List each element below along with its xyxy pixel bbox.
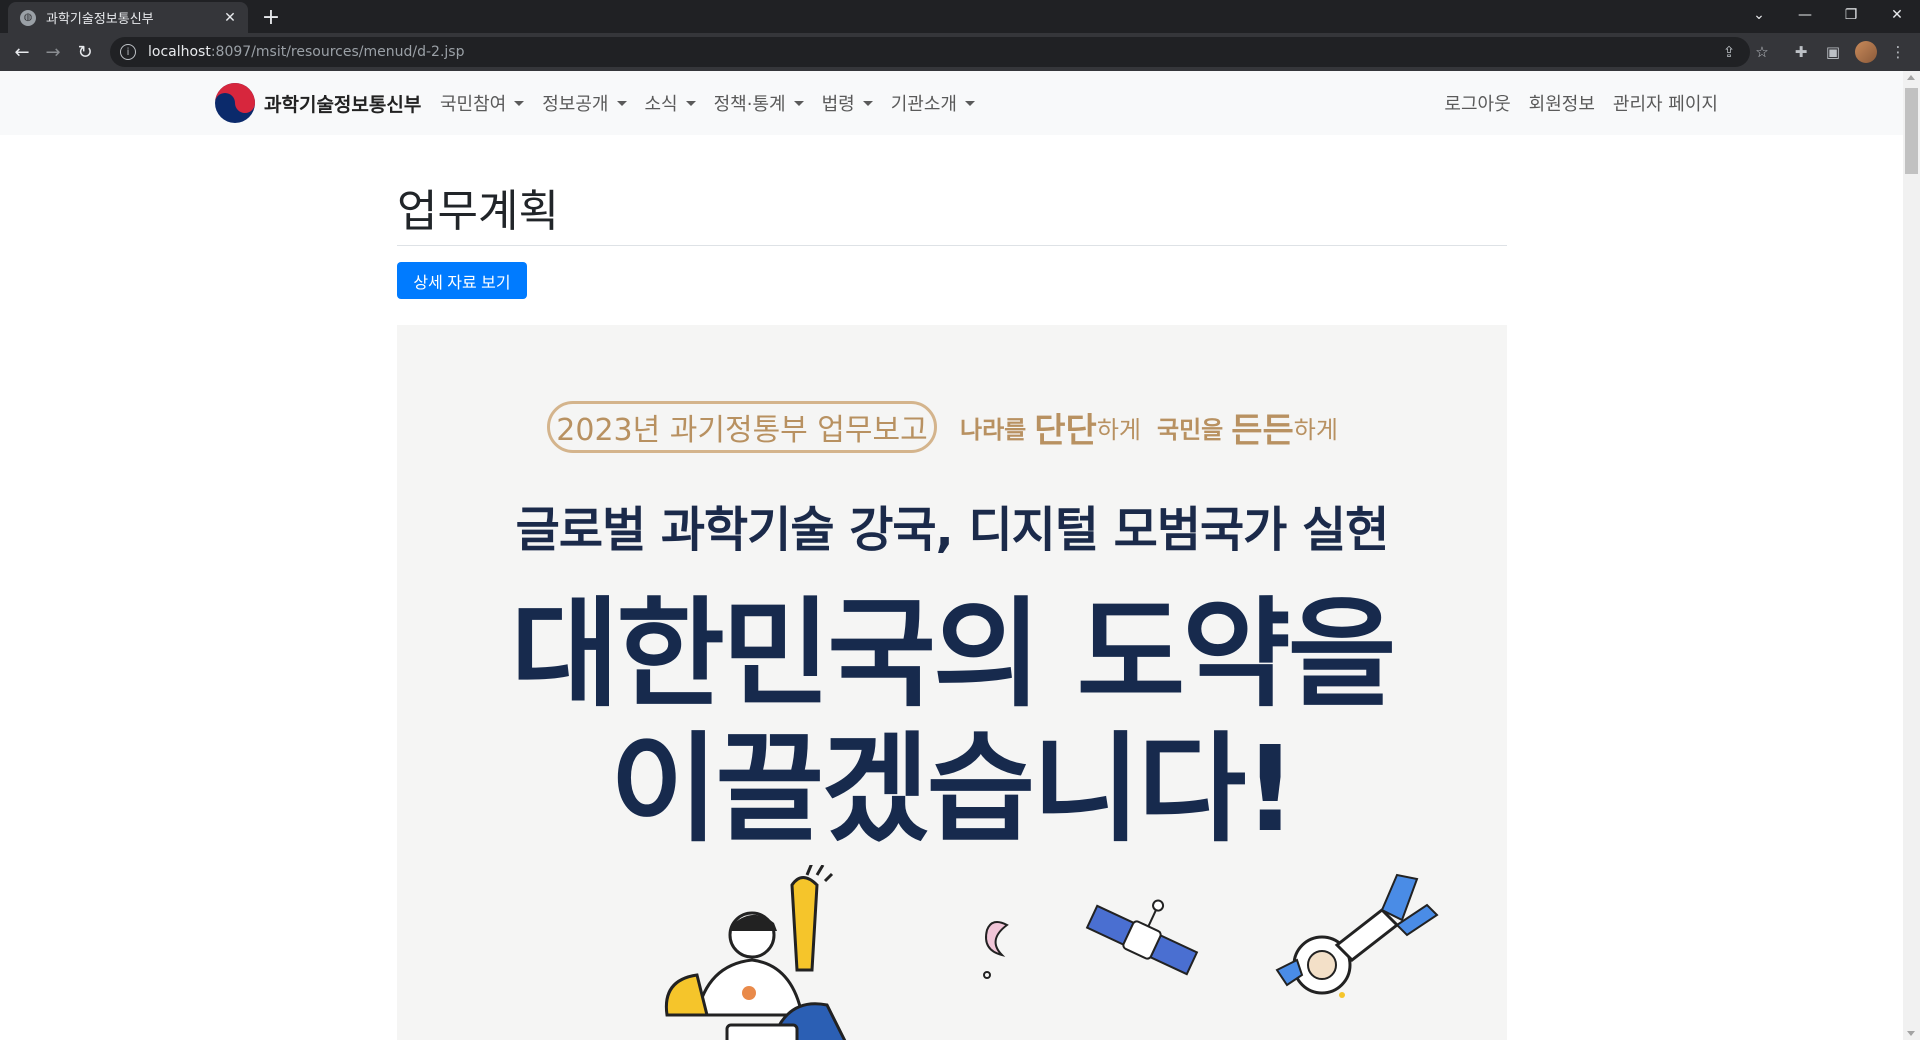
slogan-part: 하게 bbox=[1096, 415, 1141, 444]
profile-avatar[interactable] bbox=[1855, 41, 1877, 63]
slogan-emphasis: 든든 bbox=[1231, 410, 1294, 451]
browser-tab-bar: ◍ 과학기술정보통신부 ✕ + ⌄ — ❐ ✕ bbox=[0, 0, 1920, 33]
browser-toolbar: ← → ↻ i localhost:8097/msit/resources/me… bbox=[0, 33, 1920, 71]
menu-label: 정책·통계 bbox=[713, 94, 786, 115]
title-divider bbox=[397, 245, 1507, 246]
brand-name: 과학기술정보통신부 bbox=[264, 93, 422, 116]
page-scrollbar[interactable] bbox=[1903, 71, 1920, 1040]
admin-page-link[interactable]: 관리자 페이지 bbox=[1613, 90, 1718, 116]
menu-label: 정보공개 bbox=[542, 94, 609, 115]
new-tab-button[interactable]: + bbox=[258, 4, 284, 30]
address-bar[interactable]: i localhost:8097/msit/resources/menud/d-… bbox=[110, 37, 1750, 67]
menu-label: 법령 bbox=[821, 94, 855, 115]
bookmark-star-icon[interactable]: ☆ bbox=[1751, 41, 1773, 63]
scrollbar-thumb[interactable] bbox=[1905, 88, 1918, 174]
menu-label: 기관소개 bbox=[890, 94, 957, 115]
main-menu: 국민참여 정보공개 소식 정책·통계 법령 기관소개 bbox=[440, 71, 993, 135]
menu-item-about[interactable]: 기관소개 bbox=[891, 90, 975, 116]
poster-main-title-line2: 이끌겠습니다! bbox=[609, 720, 1297, 858]
reload-icon[interactable]: ↻ bbox=[71, 39, 99, 65]
caret-down-icon bbox=[793, 100, 804, 106]
caret-down-icon bbox=[862, 100, 873, 106]
slogan-part: 하게 bbox=[1293, 415, 1338, 444]
side-panel-icon[interactable]: ▣ bbox=[1822, 41, 1844, 63]
work-plan-poster-image: 2023년 과기정통부 업무보고 나라를 단단 하게 국민을 든든 하게 글로벌… bbox=[397, 325, 1507, 1040]
url-path: :8097/msit/resources/menud/d-2.jsp bbox=[210, 44, 465, 60]
menu-item-participation[interactable]: 국민참여 bbox=[440, 90, 525, 116]
globe-icon: ◍ bbox=[20, 9, 36, 26]
poster-illustration bbox=[664, 865, 1439, 1040]
url-host: localhost bbox=[148, 44, 211, 60]
menu-dots-icon[interactable]: ⋮ bbox=[1887, 41, 1909, 63]
menu-label: 소식 bbox=[644, 94, 678, 115]
person-illustration bbox=[664, 865, 847, 1040]
close-tab-icon[interactable]: ✕ bbox=[222, 10, 238, 26]
page-title: 업무계획 bbox=[397, 186, 559, 237]
menu-item-disclosure[interactable]: 정보공개 bbox=[542, 90, 627, 116]
menu-item-law[interactable]: 법령 bbox=[822, 90, 873, 116]
slogan-emphasis: 단단 bbox=[1034, 410, 1097, 451]
close-window-button[interactable]: ✕ bbox=[1874, 0, 1920, 30]
scroll-down-arrow-icon[interactable] bbox=[1907, 1031, 1915, 1036]
share-icon[interactable]: ⇪ bbox=[1718, 41, 1740, 63]
caret-down-icon bbox=[964, 100, 975, 106]
view-details-button[interactable]: 상세 자료 보기 bbox=[397, 262, 527, 299]
satellite-illustration bbox=[1085, 899, 1199, 976]
menu-item-policy-stats[interactable]: 정책·통계 bbox=[714, 90, 804, 116]
member-info-link[interactable]: 회원정보 bbox=[1529, 90, 1595, 116]
logout-link[interactable]: 로그아웃 bbox=[1444, 90, 1510, 116]
poster-year-pill: 2023년 과기정통부 업무보고 bbox=[547, 401, 937, 453]
site-navbar: 과학기술정보통신부 국민참여 정보공개 소식 정책·통계 법령 기관소개 로그아… bbox=[0, 71, 1903, 135]
poster-main-title-line1: 대한민국의 도약을 bbox=[510, 585, 1397, 723]
slogan-part: 나라를 bbox=[960, 415, 1027, 444]
caret-down-icon bbox=[685, 100, 696, 106]
caret-down-icon bbox=[616, 100, 627, 106]
slogan-part: 국민을 bbox=[1156, 415, 1224, 444]
poster-slogan: 나라를 단단 하게 국민을 든든 하게 bbox=[960, 401, 1338, 453]
scroll-up-arrow-icon[interactable] bbox=[1907, 75, 1915, 80]
caret-down-icon bbox=[514, 100, 525, 106]
menu-label: 국민참여 bbox=[440, 94, 507, 115]
government-emblem-icon bbox=[215, 83, 255, 123]
restore-button[interactable]: ❐ bbox=[1828, 0, 1874, 30]
minimize-button[interactable]: — bbox=[1782, 0, 1828, 30]
tab-title: 과학기술정보통신부 bbox=[46, 12, 154, 27]
browser-tab[interactable]: ◍ 과학기술정보통신부 ✕ bbox=[8, 2, 248, 33]
tab-search-icon[interactable]: ⌄ bbox=[1736, 0, 1782, 30]
page-viewport: 과학기술정보통신부 국민참여 정보공개 소식 정책·통계 법령 기관소개 로그아… bbox=[0, 71, 1920, 1040]
extensions-icon[interactable]: ✚ bbox=[1790, 41, 1812, 63]
astronaut-illustration bbox=[1275, 873, 1439, 998]
user-menu: 로그아웃 회원정보 관리자 페이지 bbox=[1426, 71, 1718, 135]
brand[interactable]: 과학기술정보통신부 bbox=[214, 83, 421, 123]
forward-icon[interactable]: → bbox=[39, 39, 67, 65]
back-icon[interactable]: ← bbox=[8, 39, 36, 65]
info-icon[interactable]: i bbox=[120, 44, 136, 60]
menu-item-news[interactable]: 소식 bbox=[645, 90, 696, 116]
poster-headline: 글로벌 과학기술 강국, 디지털 모범국가 실현 bbox=[515, 502, 1390, 558]
